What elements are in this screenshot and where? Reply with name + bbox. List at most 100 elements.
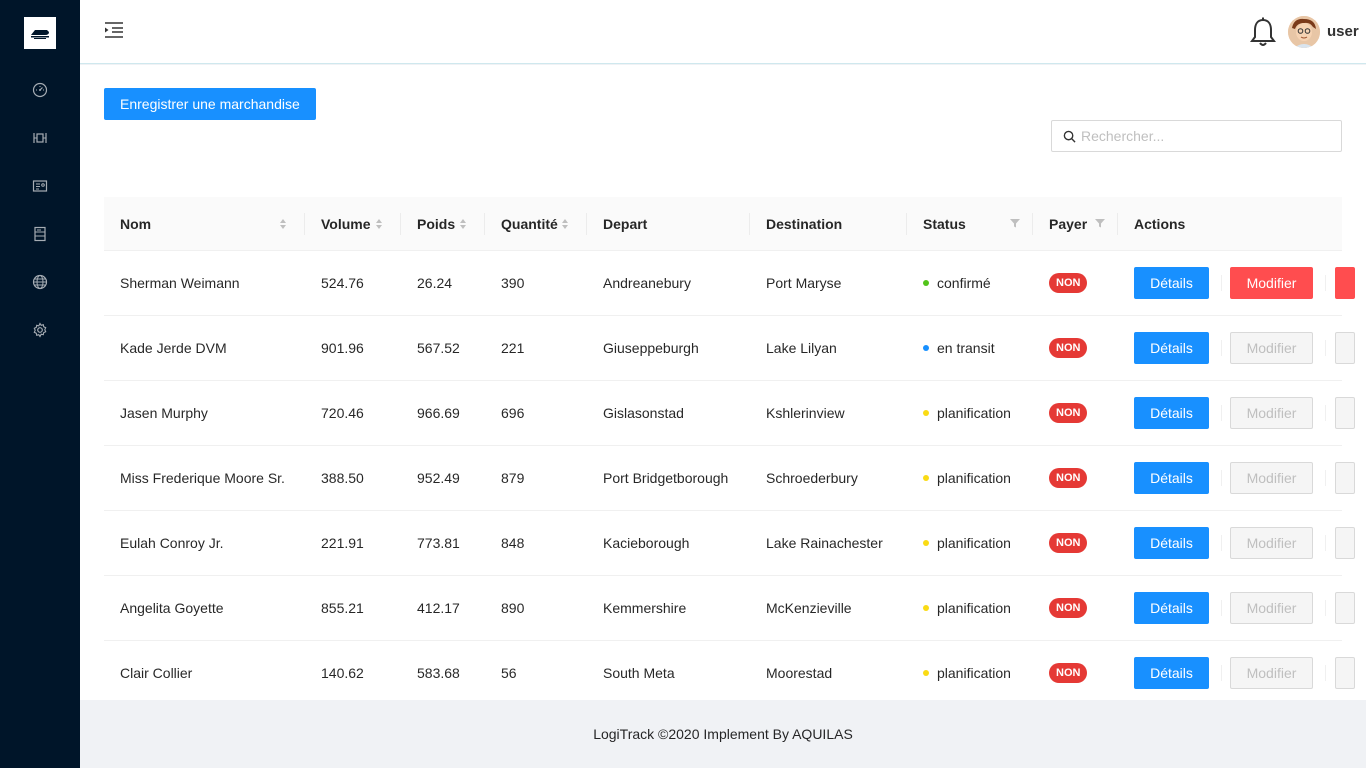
cell-depart: Port Bridgetborough <box>603 470 729 486</box>
search-box[interactable] <box>1051 120 1342 152</box>
column-header-status: Status <box>923 216 966 232</box>
delete-button[interactable] <box>1335 397 1355 429</box>
cell-nom: Sherman Weimann <box>120 275 240 291</box>
table-header: Nom Volume Poids Quantité Depart Destina… <box>104 197 1342 251</box>
setting-icon <box>33 322 47 338</box>
modify-button[interactable]: Modifier <box>1230 527 1313 559</box>
cell-volume: 855.21 <box>321 600 364 616</box>
sidebar-item-dashboard[interactable] <box>0 70 80 110</box>
cell-payer: NON <box>1049 446 1088 510</box>
sidebar-item-setting[interactable] <box>0 310 80 350</box>
action-divider <box>1221 275 1222 291</box>
status-text: en transit <box>937 340 995 356</box>
status-dot <box>923 345 929 351</box>
avatar[interactable] <box>1288 16 1320 48</box>
payment-badge: NON <box>1049 338 1088 358</box>
cell-status: planification <box>923 576 1011 640</box>
action-divider <box>1325 665 1326 681</box>
modify-button[interactable]: Modifier <box>1230 267 1313 299</box>
sidebar-item-global[interactable] <box>0 262 80 302</box>
cell-status: planification <box>923 446 1011 510</box>
modify-button[interactable]: Modifier <box>1230 592 1313 624</box>
cell-poids: 952.49 <box>417 470 460 486</box>
table-row: Sherman Weimann 524.76 26.24 390 Andrean… <box>104 251 1355 316</box>
column-header-nom[interactable]: Nom <box>120 197 151 251</box>
sort-icon[interactable] <box>561 218 569 230</box>
action-divider <box>1325 405 1326 421</box>
table-body: Sherman Weimann 524.76 26.24 390 Andrean… <box>104 251 1355 700</box>
sidebar-item-idcard[interactable] <box>0 166 80 206</box>
cell-payer: NON <box>1049 381 1088 445</box>
sort-icon[interactable] <box>375 218 383 230</box>
cell-quantite: 879 <box>501 470 525 486</box>
register-merchandise-button[interactable]: Enregistrer une marchandise <box>104 88 316 120</box>
details-button[interactable]: Détails <box>1134 267 1209 299</box>
cell-poids: 966.69 <box>417 405 460 421</box>
payment-badge: NON <box>1049 598 1088 618</box>
sort-icon[interactable] <box>459 218 467 230</box>
status-text: planification <box>937 665 1011 681</box>
modify-button[interactable]: Modifier <box>1230 462 1313 494</box>
cell-destination: Schroederbury <box>766 470 858 486</box>
table-row: Clair Collier 140.62 583.68 56 South Met… <box>104 641 1355 700</box>
filter-icon[interactable] <box>1010 218 1020 228</box>
delete-button[interactable] <box>1335 657 1355 689</box>
column-header-quantite[interactable]: Quantité <box>501 197 558 251</box>
footer: LogiTrack ©2020 Implement By AQUILAS <box>80 700 1366 768</box>
cell-nom: Clair Collier <box>120 665 193 681</box>
cell-nom: Angelita Goyette <box>120 600 224 616</box>
details-button[interactable]: Détails <box>1134 657 1209 689</box>
cell-payer: NON <box>1049 316 1088 380</box>
cell-destination: McKenzieville <box>766 600 852 616</box>
details-button[interactable]: Détails <box>1134 332 1209 364</box>
delete-button[interactable] <box>1335 592 1355 624</box>
cell-status: en transit <box>923 316 995 380</box>
cell-payer: NON <box>1049 576 1088 640</box>
payment-badge: NON <box>1049 533 1088 553</box>
cell-destination: Lake Rainachester <box>766 535 883 551</box>
search-icon <box>1063 130 1076 143</box>
bell-icon[interactable] <box>1250 17 1276 47</box>
merchandise-table: Nom Volume Poids Quantité Depart Destina… <box>104 197 1355 700</box>
column-header-payer: Payer <box>1049 216 1088 232</box>
container-icon <box>34 226 46 242</box>
top-header: user <box>80 0 1366 64</box>
search-input[interactable] <box>1081 128 1331 144</box>
modify-button[interactable]: Modifier <box>1230 332 1313 364</box>
column-width-icon <box>33 133 47 143</box>
details-button[interactable]: Détails <box>1134 527 1209 559</box>
delete-button[interactable] <box>1335 267 1355 299</box>
details-button[interactable]: Détails <box>1134 397 1209 429</box>
action-divider <box>1221 405 1222 421</box>
details-button[interactable]: Détails <box>1134 462 1209 494</box>
status-dot <box>923 280 929 286</box>
cell-volume: 388.50 <box>321 470 364 486</box>
details-button[interactable]: Détails <box>1134 592 1209 624</box>
column-header-poids[interactable]: Poids <box>417 197 455 251</box>
cell-poids: 412.17 <box>417 600 460 616</box>
sidebar-item-column-width[interactable] <box>0 118 80 158</box>
column-header-volume[interactable]: Volume <box>321 197 371 251</box>
filter-icon[interactable] <box>1095 218 1105 228</box>
modify-button[interactable]: Modifier <box>1230 657 1313 689</box>
modify-button[interactable]: Modifier <box>1230 397 1313 429</box>
delete-button[interactable] <box>1335 462 1355 494</box>
table-row: Miss Frederique Moore Sr. 388.50 952.49 … <box>104 446 1355 511</box>
cell-status: confirmé <box>923 251 991 315</box>
action-divider <box>1221 470 1222 486</box>
sort-icon[interactable] <box>279 218 287 230</box>
menu-unfold-icon[interactable] <box>104 20 124 40</box>
username[interactable]: user <box>1327 23 1359 40</box>
global-icon <box>32 274 48 290</box>
sidebar-item-container[interactable] <box>0 214 80 254</box>
table-row: Kade Jerde DVM 901.96 567.52 221 Giusepp… <box>104 316 1355 381</box>
cell-payer: NON <box>1049 511 1088 575</box>
payment-badge: NON <box>1049 403 1088 423</box>
delete-button[interactable] <box>1335 332 1355 364</box>
cell-quantite: 848 <box>501 535 525 551</box>
column-separator <box>1117 213 1118 235</box>
column-header-actions: Actions <box>1134 216 1186 232</box>
delete-button[interactable] <box>1335 527 1355 559</box>
app-logo[interactable] <box>24 17 56 49</box>
action-divider <box>1221 340 1222 356</box>
